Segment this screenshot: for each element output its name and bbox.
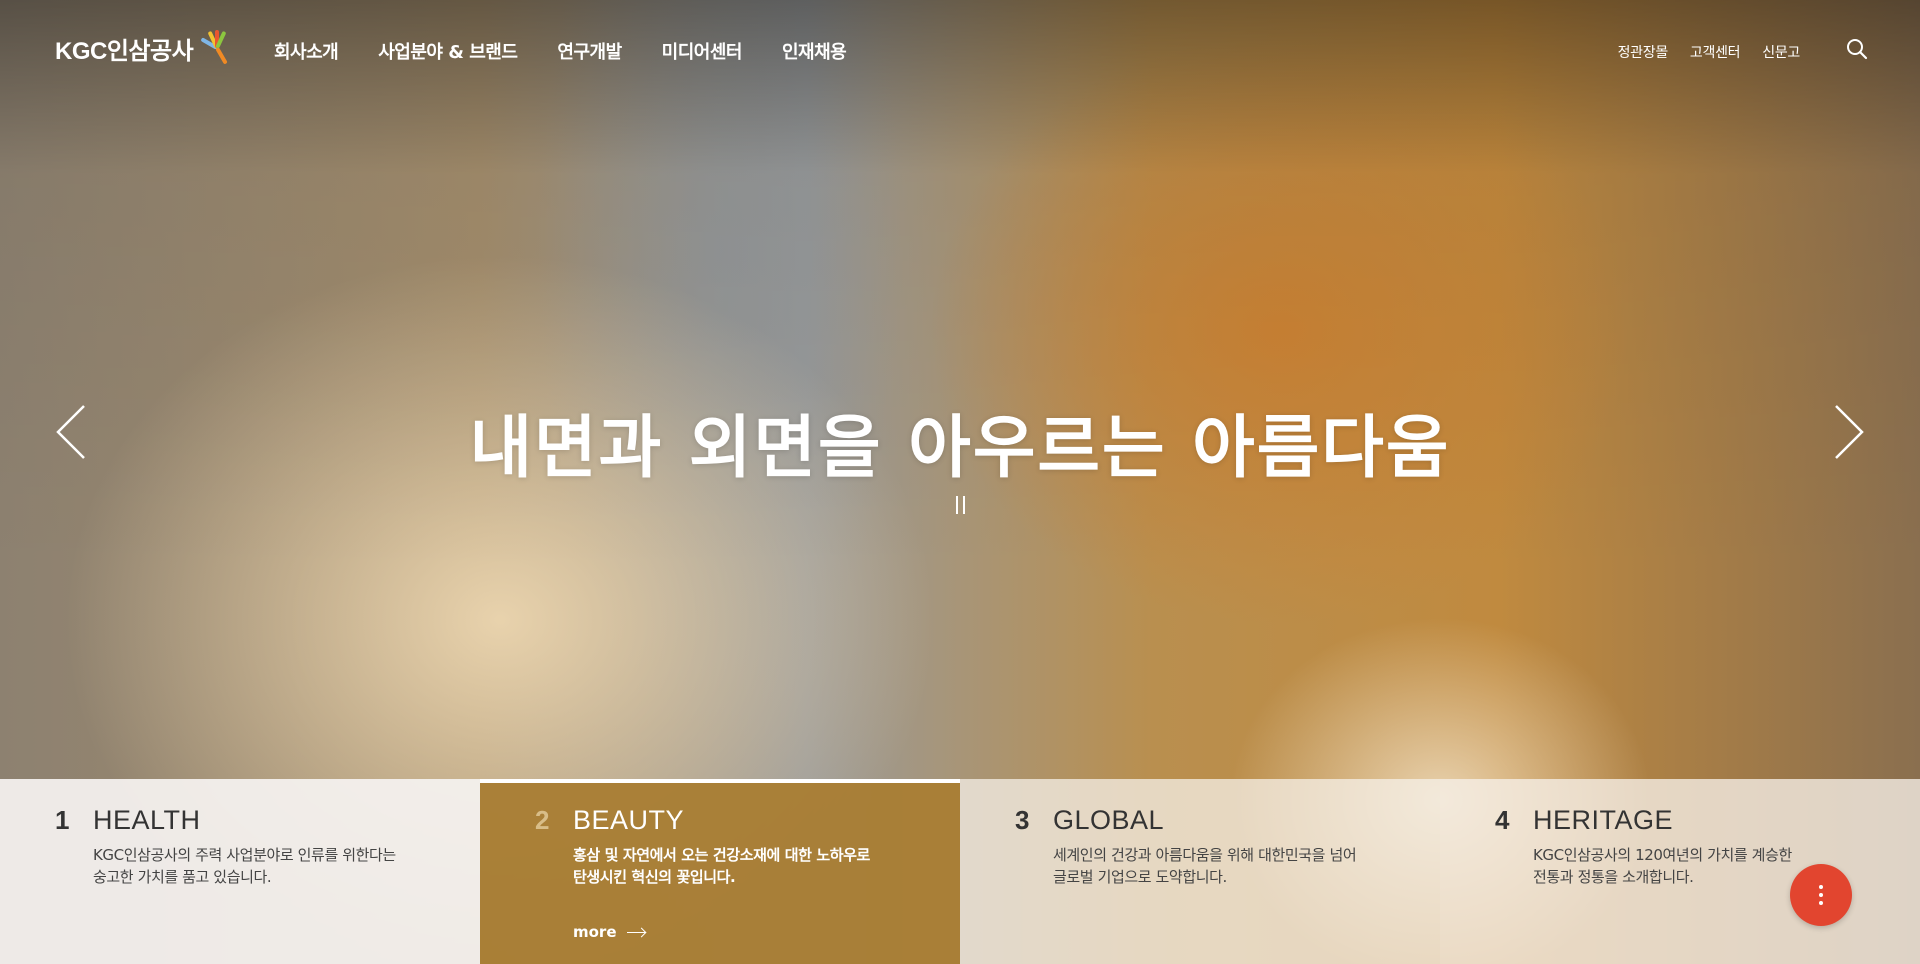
pause-icon xyxy=(955,496,958,514)
pause-button[interactable] xyxy=(951,496,969,516)
search-button[interactable] xyxy=(1844,36,1870,62)
panel-description: KGC인삼공사의 주력 사업분야로 인류를 위한다는 숭고한 가치를 품고 있습… xyxy=(93,846,396,886)
panel-health[interactable]: 1 HEALTH KGC인삼공사의 주력 사업분야로 인류를 위한다는 숭고한 … xyxy=(0,779,480,964)
util-link-support[interactable]: 고객센터 xyxy=(1690,42,1741,62)
util-link-voice[interactable]: 신문고 xyxy=(1762,42,1800,62)
panel-global[interactable]: 3 GLOBAL 세계인의 건강과 아름다움을 위해 대한민국을 넘어 글로벌 … xyxy=(960,779,1440,964)
logo[interactable]: KGC인삼공사 xyxy=(55,18,239,78)
utility-nav: 정관장몰 고객센터 신문고 xyxy=(1596,42,1801,62)
panel-description: 홍삼 및 자연에서 오는 건강소재에 대한 노하우로 탄생시킨 혁신의 꽃입니다… xyxy=(573,846,870,886)
site-header: KGC인삼공사 회사소개 사업분야 & 브랜드 연구개발 미디어센터 인재채용 … xyxy=(0,0,1920,100)
logo-mark-icon xyxy=(195,20,239,65)
logo-text: KGC인삼공사 xyxy=(55,37,194,65)
floating-menu-button[interactable] xyxy=(1790,864,1852,926)
nav-item-business[interactable]: 사업분야 & 브랜드 xyxy=(378,38,518,64)
hero-headline: 내면과 외면을 아우르는 아름다움 xyxy=(469,408,1451,488)
panel-number: 4 xyxy=(1495,805,1510,835)
panel-number: 1 xyxy=(55,805,70,835)
panel-title: BEAUTY xyxy=(573,805,685,835)
more-label: more xyxy=(573,923,617,941)
more-link[interactable]: more xyxy=(573,923,645,941)
chevron-right-icon xyxy=(1835,405,1864,459)
main-nav: 회사소개 사업분야 & 브랜드 연구개발 미디어센터 인재채용 xyxy=(274,38,886,64)
panel-number: 3 xyxy=(1015,805,1030,835)
nav-item-careers[interactable]: 인재채용 xyxy=(782,38,847,64)
nav-item-rnd[interactable]: 연구개발 xyxy=(557,38,622,64)
panel-title: GLOBAL xyxy=(1053,805,1165,835)
util-link-mall[interactable]: 정관장몰 xyxy=(1618,42,1669,62)
nav-item-media[interactable]: 미디어센터 xyxy=(662,38,743,64)
search-icon xyxy=(1847,39,1868,60)
panel-title: HEALTH xyxy=(93,805,201,835)
category-panels: 1 HEALTH KGC인삼공사의 주력 사업분야로 인류를 위한다는 숭고한 … xyxy=(0,779,1920,964)
arrow-right-icon xyxy=(626,931,645,933)
panel-number: 2 xyxy=(535,805,550,835)
panel-title: HERITAGE xyxy=(1533,805,1674,835)
panel-heritage[interactable]: 4 HERITAGE KGC인삼공사의 120여년의 가치를 계승한 전통과 정… xyxy=(1440,779,1920,964)
panel-description: 세계인의 건강과 아름다움을 위해 대한민국을 넘어 글로벌 기업으로 도약합니… xyxy=(1053,846,1357,886)
more-vertical-icon xyxy=(1819,885,1823,889)
next-slide-button[interactable] xyxy=(1824,400,1870,464)
panel-beauty[interactable]: 2 BEAUTY 홍삼 및 자연에서 오는 건강소재에 대한 노하우로 탄생시킨… xyxy=(480,779,960,964)
nav-item-company[interactable]: 회사소개 xyxy=(274,38,339,64)
